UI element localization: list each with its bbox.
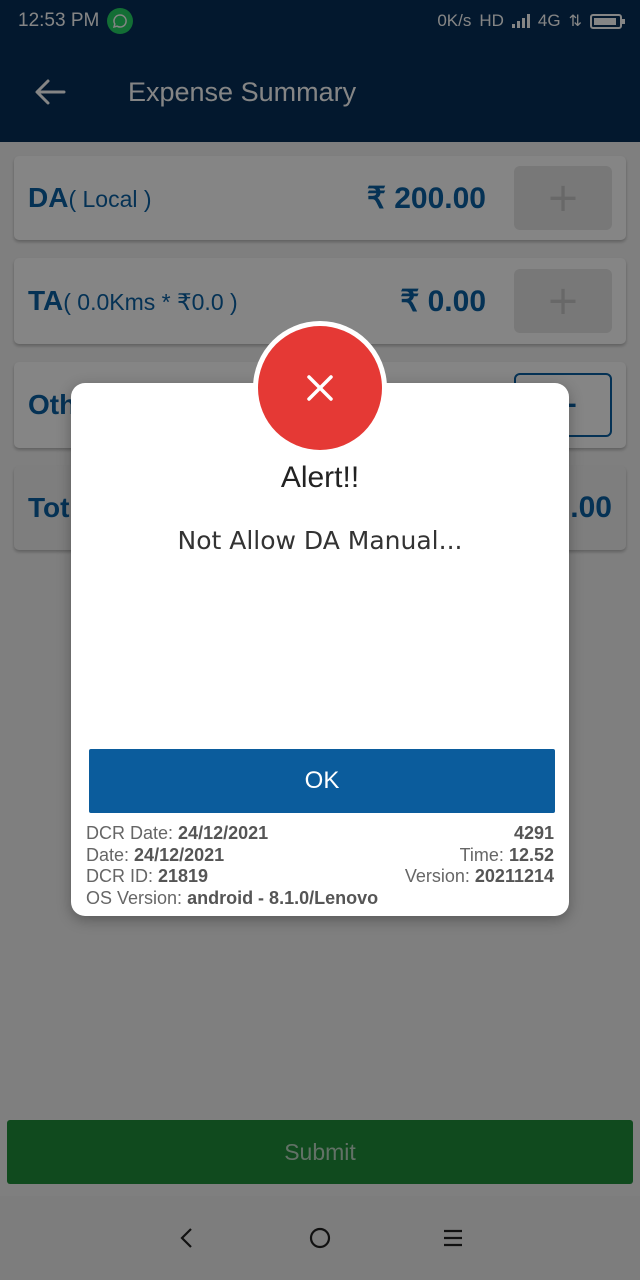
dcr-id-label: DCR ID: — [86, 866, 153, 886]
meta-code: 4291 — [513, 823, 554, 843]
error-circle — [258, 326, 382, 450]
ok-button[interactable]: OK — [89, 749, 555, 813]
alert-dialog: Alert!! Not Allow DA Manual... OK DCR Da… — [71, 383, 569, 916]
dcr-date-label: DCR Date: — [86, 823, 174, 843]
close-icon — [307, 375, 333, 401]
version-label: Version: — [404, 866, 470, 886]
version-value: 20211214 — [474, 866, 554, 886]
dialog-message: Not Allow DA Manual... — [177, 526, 463, 555]
time-label: Time: — [459, 844, 504, 865]
date-value: 24/12/2021 — [134, 844, 225, 865]
dcr-id-value: 21819 — [158, 866, 209, 886]
date-label: Date: — [86, 844, 130, 865]
dialog-meta: DCR Date: 24/12/2021 4291 Date: 24/12/20… — [86, 823, 554, 909]
os-label: OS Version: — [86, 887, 183, 908]
dialog-title: Alert!! — [280, 461, 360, 494]
dcr-date-value: 24/12/2021 — [178, 823, 269, 843]
error-badge — [253, 321, 387, 455]
time-value: 12.52 — [508, 844, 554, 865]
os-value: android - 8.1.0/Lenovo — [187, 887, 379, 908]
